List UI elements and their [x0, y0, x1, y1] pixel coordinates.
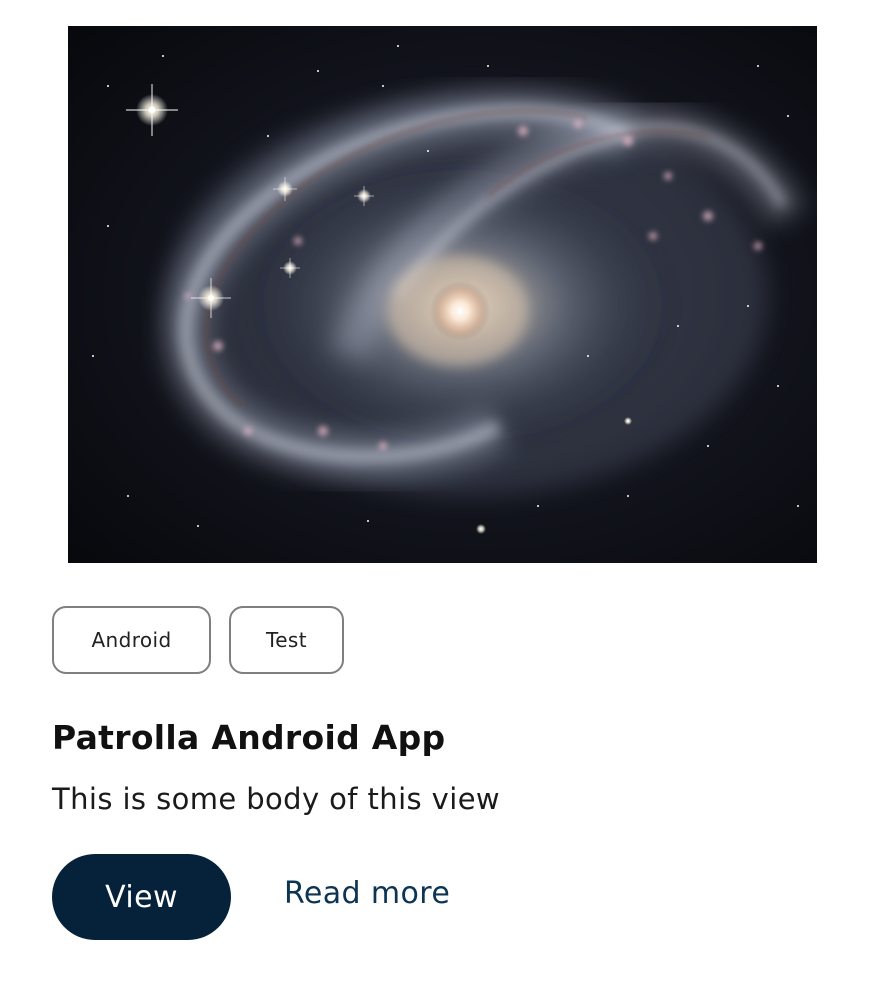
read-more-link[interactable]: Read more: [284, 876, 450, 911]
project-card: Android Test Patrolla Android App This i…: [0, 0, 884, 1000]
tag-test[interactable]: Test: [229, 606, 344, 674]
tag-list: Android Test: [52, 606, 344, 674]
tag-android[interactable]: Android: [52, 606, 211, 674]
galaxy-image: [68, 26, 817, 563]
view-button[interactable]: View: [52, 854, 231, 940]
card-body: This is some body of this view: [52, 782, 501, 816]
card-title: Patrolla Android App: [52, 718, 446, 757]
